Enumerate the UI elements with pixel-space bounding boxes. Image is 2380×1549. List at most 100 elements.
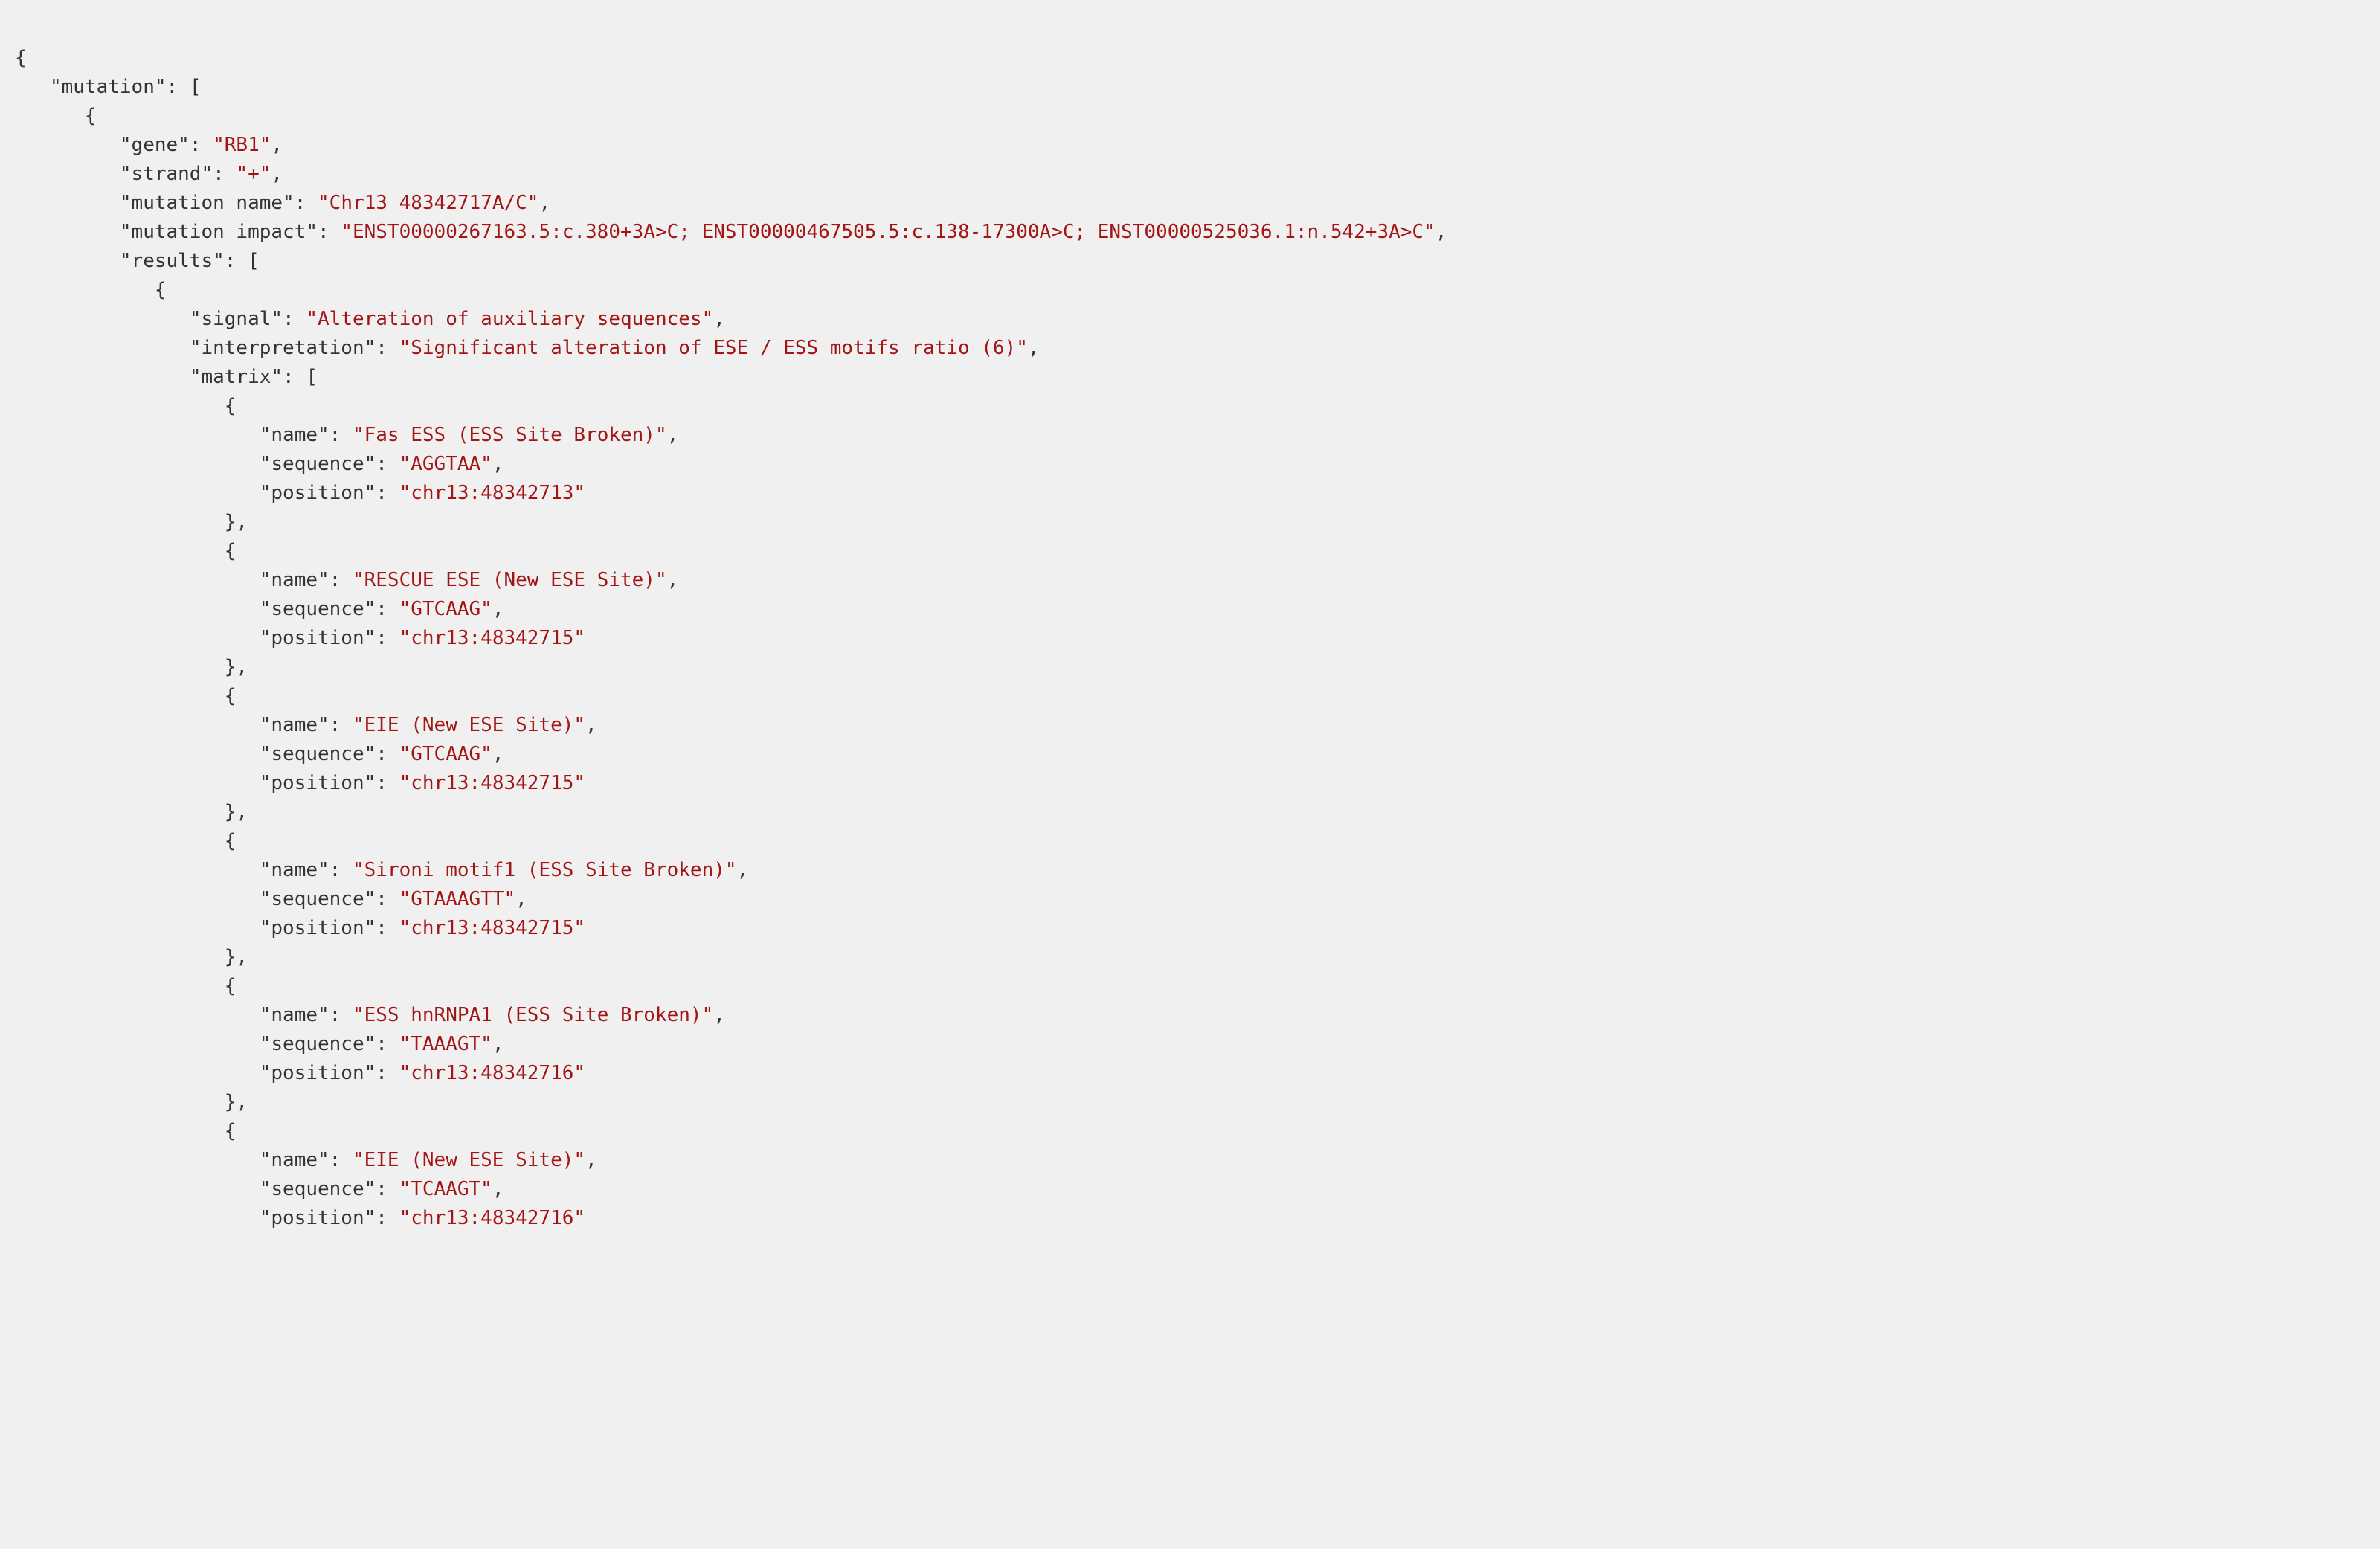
json-punct: }, xyxy=(225,946,248,968)
json-punct: : xyxy=(329,569,353,591)
json-punct: , xyxy=(492,1178,504,1200)
json-string: "chr13:48342716" xyxy=(399,1207,585,1229)
json-punct: }, xyxy=(225,1091,248,1113)
json-key: "sequence" xyxy=(260,598,376,620)
json-punct: }, xyxy=(225,656,248,678)
json-key: "position" xyxy=(260,917,376,939)
json-punct: , xyxy=(492,598,504,620)
json-string: "ENST00000267163.5:c.380+3A>C; ENST00000… xyxy=(341,221,1435,243)
json-key: "sequence" xyxy=(260,1178,376,1200)
json-string: "EIE (New ESE Site)" xyxy=(353,714,585,736)
json-string: "GTAAAGTT" xyxy=(399,888,516,910)
json-key: "name" xyxy=(260,424,329,446)
json-punct: { xyxy=(225,395,237,417)
json-punct: : xyxy=(376,627,399,649)
json-key: "mutation name" xyxy=(120,192,295,214)
json-key: "position" xyxy=(260,1207,376,1229)
json-string: "GTCAAG" xyxy=(399,598,492,620)
json-punct: : xyxy=(295,192,318,214)
json-key: "name" xyxy=(260,1149,329,1171)
json-key: "sequence" xyxy=(260,743,376,765)
json-punct: : xyxy=(376,888,399,910)
json-key: "name" xyxy=(260,569,329,591)
json-string: "AGGTAA" xyxy=(399,453,492,475)
json-key: "mutation impact" xyxy=(120,221,318,243)
json-punct: : xyxy=(329,424,353,446)
json-punct: : xyxy=(376,917,399,939)
json-punct: : xyxy=(329,1149,353,1171)
json-punct: : xyxy=(376,1033,399,1055)
json-string: "+" xyxy=(236,163,271,185)
json-string: "chr13:48342715" xyxy=(399,772,585,794)
json-key: "position" xyxy=(260,627,376,649)
json-punct: : [ xyxy=(225,250,260,272)
json-string: "Fas ESS (ESS Site Broken)" xyxy=(353,424,667,446)
json-key: "position" xyxy=(260,1062,376,1084)
json-punct: : xyxy=(213,163,236,185)
json-punct: : [ xyxy=(283,366,318,388)
json-string: "RESCUE ESE (New ESE Site)" xyxy=(353,569,667,591)
json-punct: : xyxy=(190,134,213,156)
json-punct: : xyxy=(376,598,399,620)
json-punct: : xyxy=(376,337,399,359)
json-key: "mutation" xyxy=(50,76,167,98)
json-string: "TCAAGT" xyxy=(399,1178,492,1200)
json-punct: , xyxy=(713,308,725,330)
json-key: "signal" xyxy=(190,308,283,330)
json-punct: , xyxy=(585,714,597,736)
json-punct: }, xyxy=(225,801,248,823)
json-punct: : xyxy=(376,1207,399,1229)
json-punct: , xyxy=(737,859,749,881)
json-string: "Significant alteration of ESE / ESS mot… xyxy=(399,337,1028,359)
json-punct: , xyxy=(1435,221,1447,243)
json-punct: : xyxy=(329,1004,353,1026)
json-punct: : xyxy=(376,453,399,475)
json-punct: , xyxy=(492,453,504,475)
json-punct: , xyxy=(667,424,679,446)
json-punct: { xyxy=(85,105,97,127)
json-key: "position" xyxy=(260,482,376,504)
json-key: "name" xyxy=(260,859,329,881)
json-key: "sequence" xyxy=(260,453,376,475)
json-key: "sequence" xyxy=(260,888,376,910)
json-punct: }, xyxy=(225,511,248,533)
json-string: "chr13:48342713" xyxy=(399,482,585,504)
json-punct: { xyxy=(155,279,167,301)
json-key: "results" xyxy=(120,250,225,272)
json-punct: : xyxy=(376,1062,399,1084)
json-punct: : xyxy=(376,743,399,765)
json-punct: : xyxy=(376,1178,399,1200)
json-key: "gene" xyxy=(120,134,190,156)
json-punct: , xyxy=(1028,337,1040,359)
json-key: "name" xyxy=(260,1004,329,1026)
json-punct: : xyxy=(329,714,353,736)
json-punct: , xyxy=(585,1149,597,1171)
json-punct: , xyxy=(667,569,679,591)
json-key: "strand" xyxy=(120,163,213,185)
json-punct: { xyxy=(225,830,237,852)
json-punct: : xyxy=(318,221,341,243)
json-punct: { xyxy=(15,47,27,69)
json-key: "name" xyxy=(260,714,329,736)
json-string: "GTCAAG" xyxy=(399,743,492,765)
json-punct: { xyxy=(225,540,237,562)
json-punct: { xyxy=(225,975,237,997)
json-string: "Sironi_motif1 (ESS Site Broken)" xyxy=(353,859,737,881)
json-punct: , xyxy=(492,743,504,765)
json-code-block: { "mutation": [ { "gene": "RB1", "strand… xyxy=(15,44,2365,1233)
json-punct: , xyxy=(713,1004,725,1026)
json-string: "chr13:48342716" xyxy=(399,1062,585,1084)
json-punct: : xyxy=(376,772,399,794)
json-string: "EIE (New ESE Site)" xyxy=(353,1149,585,1171)
json-punct: : xyxy=(283,308,306,330)
json-punct: , xyxy=(271,134,283,156)
json-key: "matrix" xyxy=(190,366,283,388)
json-punct: : xyxy=(329,859,353,881)
json-punct: { xyxy=(225,1120,237,1142)
json-punct: , xyxy=(492,1033,504,1055)
json-punct: : xyxy=(376,482,399,504)
json-punct: , xyxy=(515,888,527,910)
json-key: "position" xyxy=(260,772,376,794)
json-string: "Chr13 48342717A/C" xyxy=(318,192,538,214)
json-key: "sequence" xyxy=(260,1033,376,1055)
